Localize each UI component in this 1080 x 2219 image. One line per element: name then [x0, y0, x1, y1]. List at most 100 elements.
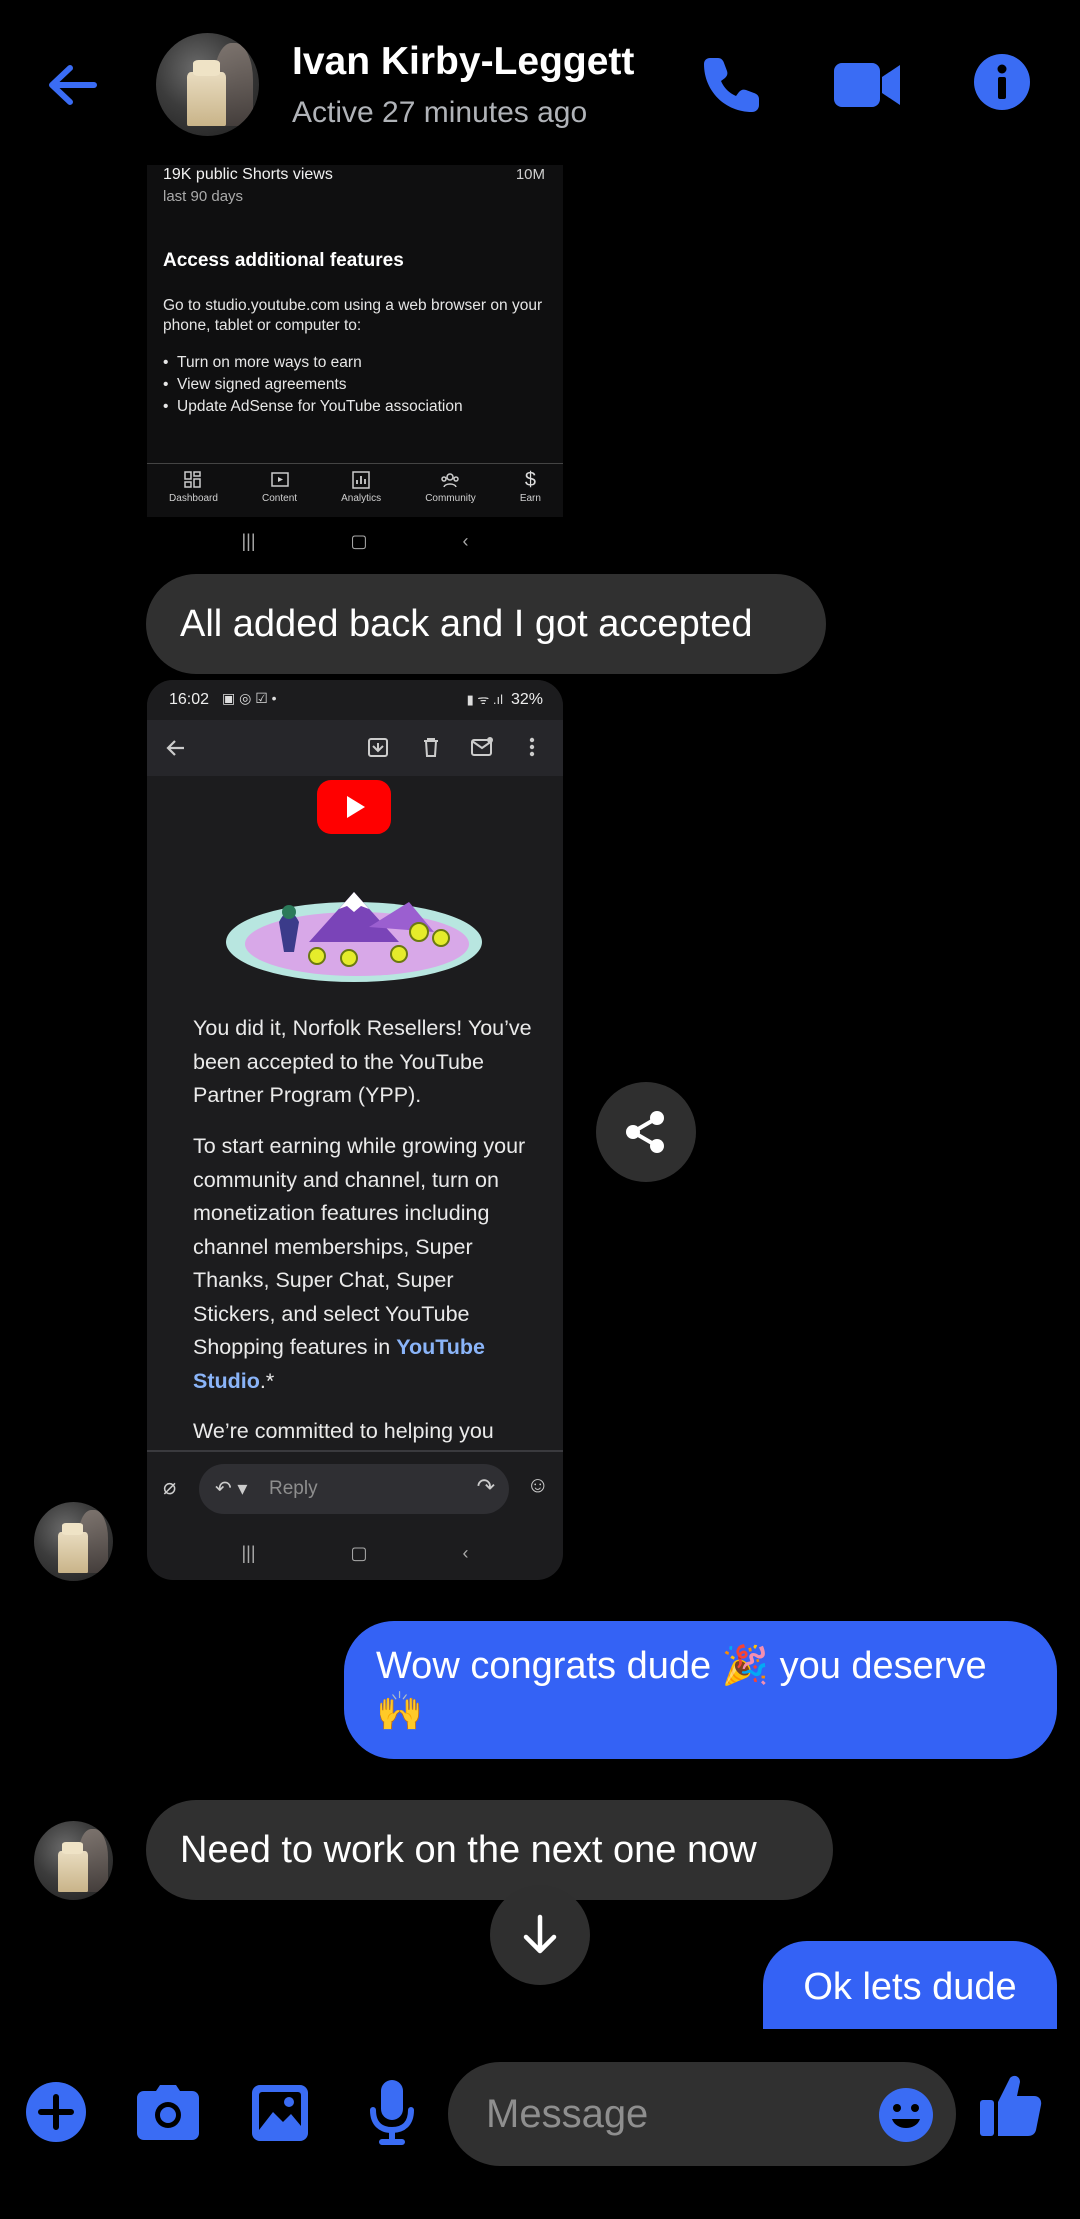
info-icon — [974, 54, 1030, 110]
play-icon — [347, 796, 365, 818]
reply-field[interactable]: ↶ ▾ Reply ↷ — [199, 1464, 509, 1514]
notification-icons: ▣ ◎ ☑ • — [222, 690, 277, 706]
video-call-button[interactable] — [832, 57, 902, 118]
email-paragraph-2: To start earning while growing your comm… — [193, 1130, 538, 1398]
dollar-icon: $ — [524, 469, 536, 491]
scroll-to-bottom-button[interactable] — [490, 1885, 590, 1985]
phone-status-bar: 16:02 ▣ ◎ ☑ • ▮ ᯤ .ıl 32% — [147, 680, 563, 720]
paragraph-end: .* — [259, 1368, 275, 1393]
mark-unread-icon[interactable] — [470, 736, 494, 758]
nav-label: Analytics — [341, 493, 382, 504]
message-input-container — [448, 2062, 956, 2166]
voice-record-button[interactable] — [369, 2080, 415, 2151]
description: Go to studio.youtube.com using a web bro… — [163, 297, 543, 334]
more-vert-icon[interactable] — [527, 736, 537, 758]
nav-divider — [147, 463, 563, 464]
nav-label: Content — [262, 493, 298, 504]
nav-earn[interactable]: $ Earn — [520, 470, 541, 504]
call-button[interactable] — [700, 52, 764, 121]
phone-icon — [704, 58, 759, 112]
share-icon — [626, 1111, 664, 1153]
status-time: 16:02 — [169, 691, 210, 708]
bullet-1: • Turn on more ways to earn — [163, 354, 362, 371]
archive-icon[interactable] — [367, 736, 389, 758]
email-screenshot[interactable]: 16:02 ▣ ◎ ☑ • ▮ ᯤ .ıl 32% You did it, No… — [147, 680, 563, 1580]
nav-content[interactable]: Content — [262, 470, 297, 504]
video-camera-icon — [834, 63, 900, 107]
plus-icon — [26, 2082, 86, 2142]
sender-avatar[interactable] — [34, 1821, 113, 1900]
attachment-icon[interactable]: ⌀ — [163, 1474, 176, 1500]
celebration-illustration — [226, 892, 482, 982]
forward-icon[interactable]: ↷ — [477, 1474, 495, 1500]
share-button[interactable] — [596, 1082, 696, 1182]
back-arrow-icon — [49, 65, 97, 105]
more-actions-button[interactable] — [25, 2081, 87, 2148]
reply-placeholder: Reply — [269, 1478, 318, 1499]
message-text: Ok lets dude — [803, 1965, 1017, 2008]
bullet-3: • Update AdSense for YouTube association — [163, 398, 463, 415]
back-button[interactable] — [40, 52, 120, 118]
home-icon: ▢ — [350, 1542, 368, 1563]
chat-header: Ivan Kirby-Leggett Active 27 minutes ago — [0, 0, 1080, 165]
back-arrow-icon[interactable] — [165, 737, 187, 759]
message-text: All added back and I got accepted — [180, 602, 753, 645]
message-input[interactable] — [484, 2084, 868, 2144]
reply-arrow-icon[interactable]: ↶ ▾ — [215, 1476, 247, 1501]
bullet-2: • View signed agreements — [163, 376, 347, 393]
emoji-icon[interactable]: ☺ — [527, 1472, 549, 1498]
incoming-message-bubble[interactable]: All added back and I got accepted — [146, 574, 826, 674]
message-text: Need to work on the next one now — [180, 1828, 757, 1871]
home-icon: ▢ — [350, 530, 368, 551]
analytics-icon — [352, 471, 370, 489]
contact-avatar[interactable] — [156, 33, 259, 136]
community-icon — [441, 473, 460, 488]
outgoing-message-bubble[interactable]: Wow congrats dude 🎉 you deserve 🙌 — [344, 1621, 1057, 1759]
email-reply-bar: ⌀ ↶ ▾ Reply ↷ ☺ — [147, 1450, 563, 1532]
incoming-message-bubble[interactable]: Need to work on the next one now — [146, 1800, 833, 1900]
like-button[interactable] — [980, 2074, 1042, 2143]
camera-icon — [137, 2085, 199, 2140]
outgoing-message-bubble[interactable]: Ok lets dude — [763, 1941, 1057, 2029]
system-nav-bar-2: ||| ▢ ‹ — [147, 1533, 563, 1573]
contact-name[interactable]: Ivan Kirby-Leggett — [292, 40, 634, 84]
nav-dashboard[interactable]: Dashboard — [169, 470, 218, 504]
studio-nav: Dashboard Content Analytics Community $ … — [147, 470, 563, 504]
back-icon: ‹ — [462, 530, 469, 551]
camera-button[interactable] — [136, 2085, 200, 2146]
delete-icon[interactable] — [420, 736, 442, 758]
microphone-icon — [370, 2080, 414, 2145]
nav-community[interactable]: Community — [425, 470, 476, 504]
nav-label: Community — [425, 493, 476, 504]
views-label: 19K public Shorts views — [163, 166, 333, 183]
signal-icons: ▮ ᯤ .ıl — [466, 692, 503, 707]
gallery-button[interactable] — [251, 2084, 309, 2147]
gallery-icon — [252, 2085, 308, 2141]
thumbs-up-icon — [980, 2075, 1042, 2136]
system-nav-bar-1: ||| ▢ ‹ — [147, 521, 563, 561]
info-button[interactable] — [973, 53, 1031, 116]
emoji-button[interactable] — [878, 2087, 934, 2148]
youtube-logo — [317, 780, 391, 834]
views-right: 10M — [515, 166, 545, 183]
email-paragraph-1: You did it, Norfolk Resellers! You’ve be… — [193, 1016, 532, 1107]
recents-icon: ||| — [241, 1542, 256, 1563]
nav-label: Dashboard — [169, 493, 218, 504]
recents-icon: ||| — [241, 530, 256, 551]
back-icon: ‹ — [462, 1542, 469, 1563]
paragraph-text: To start earning while growing your comm… — [193, 1134, 526, 1359]
email-paragraph-3: We’re committed to helping you — [193, 1419, 494, 1443]
sender-avatar[interactable] — [34, 1502, 113, 1581]
dashboard-icon — [184, 471, 202, 488]
content-icon — [270, 472, 289, 487]
arrow-down-icon — [523, 1914, 557, 1954]
email-toolbar — [147, 720, 563, 776]
nav-analytics[interactable]: Analytics — [341, 470, 381, 504]
views-sub: last 90 days — [163, 188, 244, 205]
emoji-icon — [879, 2088, 933, 2142]
nav-label: Earn — [519, 493, 541, 504]
youtube-studio-screenshot[interactable]: 19K public Shorts views 10M last 90 days… — [147, 160, 563, 517]
section-title: Access additional features — [163, 250, 404, 271]
message-text: Wow congrats dude 🎉 you deserve 🙌 — [376, 1645, 987, 1733]
battery-level: 32% — [510, 691, 543, 708]
